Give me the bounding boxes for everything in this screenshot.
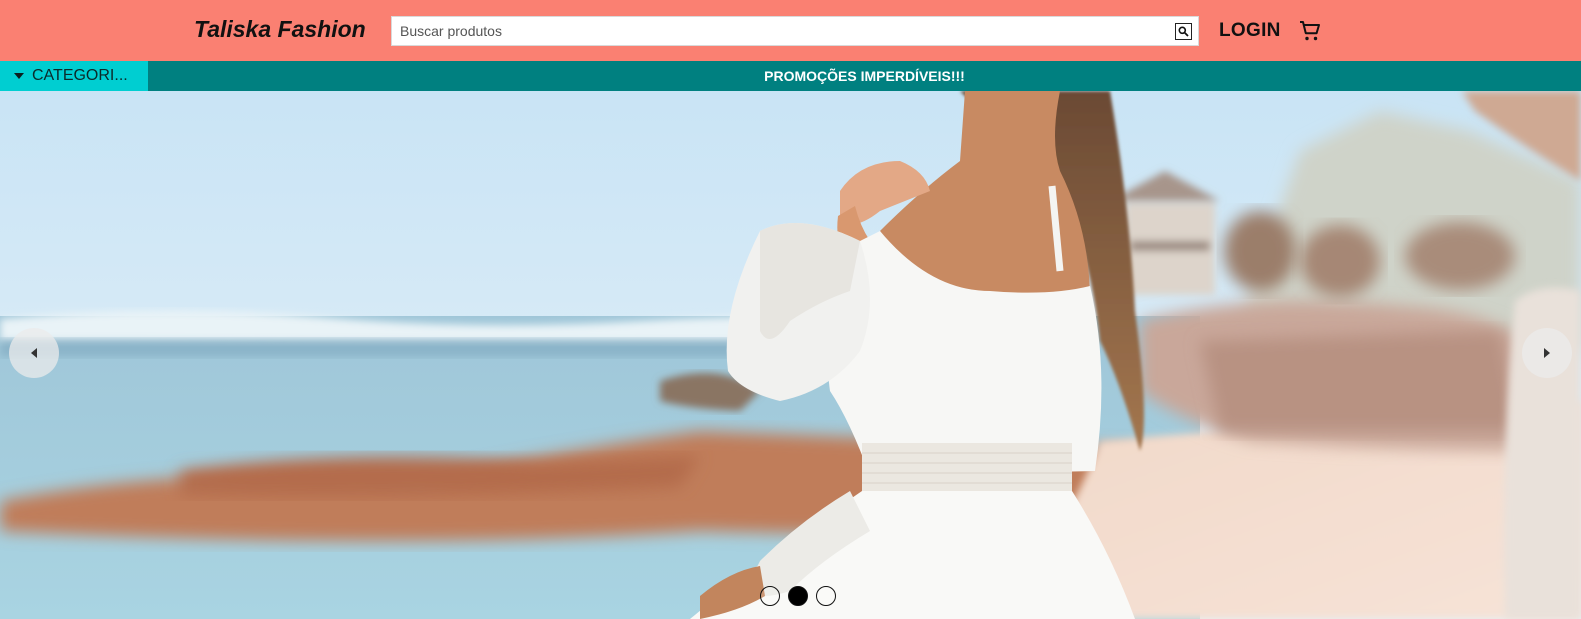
login-link[interactable]: LOGIN	[1219, 20, 1281, 42]
carousel-prev-button[interactable]	[9, 328, 59, 378]
chevron-left-icon	[31, 348, 37, 358]
search-icon	[1178, 26, 1189, 37]
navbar: CATEGORI... PROMOÇÕES IMPERDÍVEIS!!!	[0, 61, 1581, 91]
carousel-indicators	[760, 586, 836, 606]
carousel-dot-1[interactable]	[760, 586, 780, 606]
hero-carousel	[0, 91, 1581, 619]
carousel-dot-3[interactable]	[816, 586, 836, 606]
promo-link[interactable]: PROMOÇÕES IMPERDÍVEIS!!!	[148, 61, 1581, 91]
search-input[interactable]	[392, 17, 1162, 45]
categories-dropdown[interactable]: CATEGORI...	[0, 61, 148, 91]
shopping-cart-icon	[1300, 21, 1320, 41]
carousel-next-button[interactable]	[1522, 328, 1572, 378]
caret-down-icon	[14, 73, 24, 79]
cart-button[interactable]	[1298, 19, 1322, 43]
brand-logo[interactable]: Taliska Fashion	[194, 16, 366, 43]
hero-image	[0, 91, 1581, 619]
search-button[interactable]	[1175, 23, 1192, 40]
categories-label: CATEGORI...	[32, 67, 128, 84]
carousel-dot-2[interactable]	[788, 586, 808, 606]
site-header: Taliska Fashion LOGIN	[0, 0, 1581, 61]
chevron-right-icon	[1544, 348, 1550, 358]
search-bar	[391, 16, 1199, 46]
